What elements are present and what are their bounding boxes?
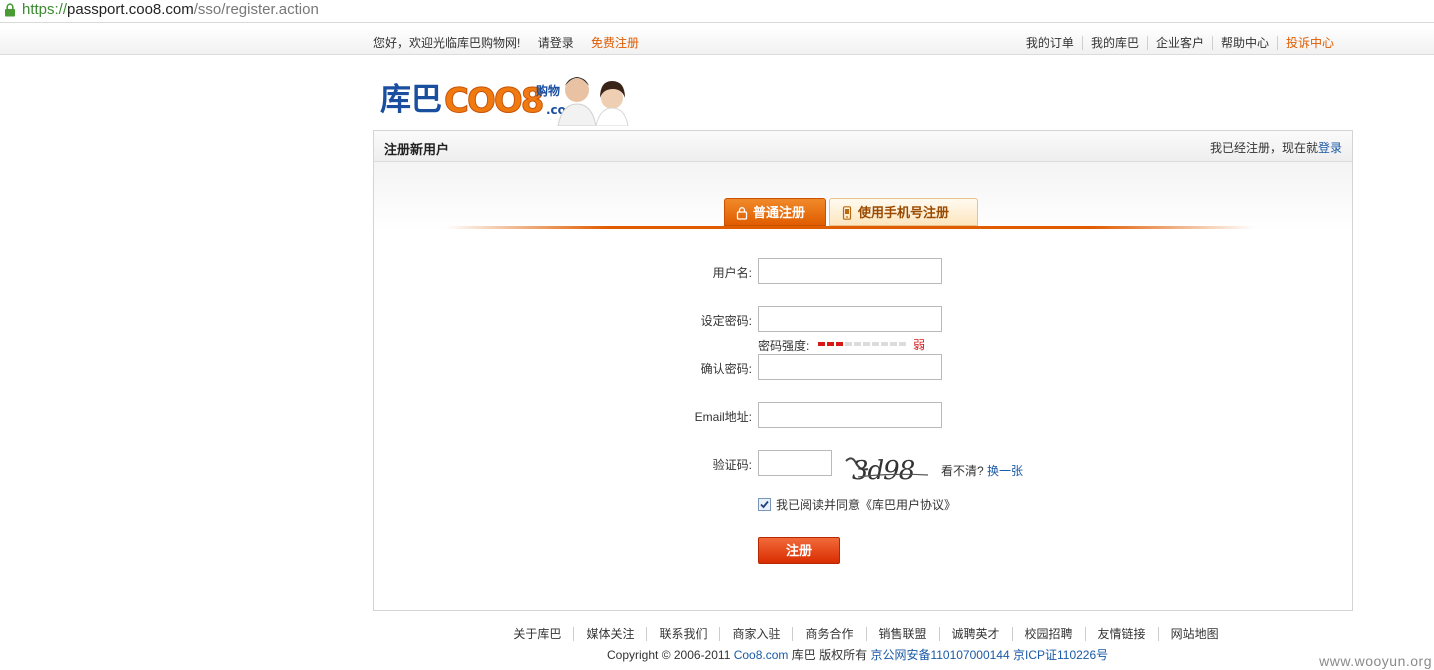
footer-link[interactable]: 关于库巴 (501, 627, 573, 641)
register-button[interactable]: 注册 (758, 537, 840, 564)
footer-link[interactable]: 诚聘英才 (938, 627, 1012, 641)
footer-links: 关于库巴 媒体关注 联系我们 商家入驻 商务合作 销售联盟 诚聘英才 校园招聘 友情链接 网站地图 (0, 625, 1434, 642)
login-link[interactable]: 请登录 (538, 36, 574, 50)
login-hint-text: 我已经注册，现在就 (1209, 141, 1318, 155)
email-row: Email地址: (374, 402, 1352, 428)
lock-icon (5, 3, 15, 17)
my-coo8-link[interactable]: 我的库巴 (1081, 36, 1147, 50)
top-nav-right: 我的订单 我的库巴 企业客户 帮助中心 投诉中心 (1018, 34, 1342, 51)
help-center-link[interactable]: 帮助中心 (1211, 36, 1277, 50)
copyright: Copyright © 2006-2011 Coo8.com 库巴 版权所有 京… (607, 646, 1108, 663)
password-label: 设定密码: (700, 314, 752, 328)
complaint-center-link[interactable]: 投诉中心 (1276, 36, 1342, 50)
footer-link[interactable]: 联系我们 (646, 627, 720, 641)
password-input[interactable] (758, 306, 942, 332)
footer-link[interactable]: 校园招聘 (1011, 627, 1085, 641)
confirm-password-label: 确认密码: (700, 362, 752, 376)
captcha-hint: 看不清? 换一张 (941, 462, 1023, 479)
address-bar[interactable]: https://passport.coo8.com/sso/register.a… (0, 0, 1434, 23)
tab-mobile-label: 使用手机号注册 (858, 205, 950, 220)
agreement-row: 我已阅读并同意《库巴用户协议》 (758, 496, 956, 513)
email-input[interactable] (758, 402, 942, 428)
logo-brand-en: COO8 (444, 81, 543, 121)
captcha-hint-text: 看不清? (941, 464, 984, 478)
confirm-password-row: 确认密码: (374, 354, 1352, 380)
tab-underline (446, 226, 1254, 229)
coo8-logo[interactable]: 库巴 COO8 购物 .com (380, 68, 642, 126)
url-scheme: https:// (22, 1, 68, 18)
strength-segment (836, 342, 843, 346)
phone-icon (842, 206, 852, 220)
strength-segment (854, 342, 861, 346)
captcha-text: 3d98 (852, 456, 915, 486)
strength-segment (890, 342, 897, 346)
username-row: 用户名: (374, 258, 1352, 284)
footer-link[interactable]: 友情链接 (1084, 627, 1158, 641)
top-nav: 您好，欢迎光临库巴购物网! 请登录 免费注册 我的订单 我的库巴 企业客户 帮助中心投… (0, 27, 1434, 55)
my-orders-link[interactable]: 我的订单 (1018, 36, 1082, 50)
top-nav-left: 您好，欢迎光临库巴购物网! 请登录 免费注册 (373, 34, 653, 51)
copyright-owner: 库巴 版权所有 (791, 648, 868, 662)
strength-segment (827, 342, 834, 346)
page-title: 注册新用户 (384, 142, 450, 157)
captcha-image[interactable]: 3d98 (844, 451, 932, 487)
password-row: 设定密码: (374, 306, 1352, 332)
tab-mobile-register[interactable]: 使用手机号注册 (829, 198, 978, 226)
captcha-label: 验证码: (712, 458, 752, 472)
username-input[interactable] (758, 258, 942, 284)
footer-link[interactable]: 商家入驻 (719, 627, 793, 641)
copyright-prefix: Copyright © 2006-2011 (607, 648, 731, 662)
free-register-link[interactable]: 免费注册 (591, 36, 639, 50)
copyright-site-link[interactable]: Coo8.com (734, 648, 789, 662)
tab-normal-register[interactable]: 普通注册 (724, 198, 826, 226)
already-registered-hint: 我已经注册，现在就登录 (1210, 139, 1342, 156)
spokespeople-image (557, 77, 629, 126)
agree-checkbox[interactable] (758, 498, 771, 511)
username-label: 用户名: (712, 266, 752, 280)
confirm-password-input[interactable] (758, 354, 942, 380)
url-path: /sso/register.action (193, 1, 319, 18)
footer-link[interactable]: 网站地图 (1157, 627, 1231, 641)
url-text[interactable]: https://passport.coo8.com/sso/register.a… (22, 1, 319, 18)
register-panel: 注册新用户 我已经注册，现在就登录 普通注册 使用手机号注册 用户名: 设定密码… (373, 130, 1353, 611)
watermark: www.wooyun.org (1319, 653, 1432, 669)
agree-text: 我已阅读并同意 (776, 498, 861, 512)
captcha-input[interactable] (758, 450, 832, 476)
panel-header: 注册新用户 我已经注册，现在就登录 (374, 131, 1352, 162)
captcha-refresh-link[interactable]: 换一张 (987, 464, 1023, 478)
strength-label: 密码强度: (758, 339, 810, 353)
url-host: passport.coo8.com (67, 1, 194, 18)
footer-link[interactable]: 媒体关注 (573, 627, 647, 641)
panel-login-link[interactable]: 登录 (1318, 141, 1342, 155)
strength-value: 弱 (913, 338, 926, 352)
police-record-link[interactable]: 京公网安备110107000144 (870, 648, 1009, 662)
user-agreement-link[interactable]: 《库巴用户协议》 (860, 498, 956, 512)
check-icon (760, 500, 769, 509)
footer-link[interactable]: 销售联盟 (865, 627, 939, 641)
icp-link[interactable]: 京ICP证110226号 (1013, 648, 1108, 662)
enterprise-link[interactable]: 企业客户 (1146, 36, 1212, 50)
lock-icon (736, 207, 748, 220)
logo-tag: 购物 (536, 83, 560, 98)
email-label: Email地址: (694, 410, 752, 424)
welcome-text: 您好，欢迎光临库巴购物网! (373, 36, 521, 50)
strength-segment (818, 342, 825, 346)
strength-segment (872, 342, 879, 346)
strength-segment (881, 342, 888, 346)
password-strength-meter (818, 342, 910, 347)
logo-brand-cn: 库巴 (380, 82, 442, 118)
strength-segment (863, 342, 870, 346)
tab-normal-label: 普通注册 (753, 205, 806, 220)
footer-link[interactable]: 商务合作 (792, 627, 866, 641)
strength-segment (899, 342, 906, 346)
strength-segment (845, 342, 852, 346)
